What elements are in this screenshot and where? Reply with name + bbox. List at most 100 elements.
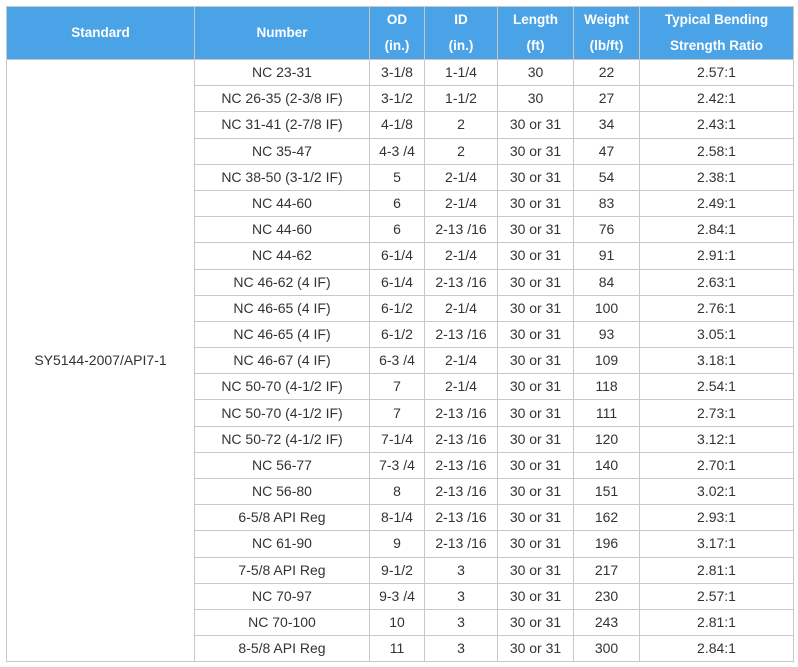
cell-bending-ratio: 2.63:1 [639, 268, 794, 296]
cell-weight: 162 [573, 504, 640, 532]
cell-number: NC 46-67 (4 IF) [194, 347, 370, 375]
cell-length: 30 or 31 [497, 608, 574, 637]
cell-number: NC 50-70 (4-1/2 IF) [194, 399, 370, 427]
cell-weight: 27 [573, 85, 640, 113]
cell-number: NC 44-60 [194, 216, 370, 244]
cell-weight: 100 [573, 294, 640, 322]
cell-id: 2-13 /16 [424, 399, 498, 427]
table-row: SY5144-2007/API7-1 NC 23-31 3-1/8 1-1/4 30 22… [6, 58, 794, 663]
header-weight-line2: (lb/ft) [589, 38, 624, 53]
cell-od: 3-1/2 [369, 85, 425, 113]
cell-number: NC 70-100 [194, 608, 370, 637]
cell-id: 2-1/4 [424, 373, 498, 401]
header-ratio-line1: Typical Bending [664, 12, 769, 27]
cell-bending-ratio: 3.02:1 [639, 477, 794, 506]
cell-od: 9-3 /4 [369, 582, 425, 610]
cell-weight: 217 [573, 556, 640, 584]
cell-weight: 93 [573, 320, 640, 349]
header-ratio-line2: Strength Ratio [670, 38, 763, 53]
cell-weight: 230 [573, 582, 640, 610]
cell-bending-ratio: 2.76:1 [639, 294, 794, 322]
cell-length: 30 or 31 [497, 504, 574, 532]
cell-number: NC 44-62 [194, 242, 370, 270]
cell-id: 3 [424, 556, 498, 584]
cell-number: NC 26-35 (2-3/8 IF) [194, 85, 370, 113]
cell-id: 2-13 /16 [424, 268, 498, 296]
cell-length: 30 or 31 [497, 451, 574, 480]
cell-id: 2-13 /16 [424, 530, 498, 558]
cell-bending-ratio: 2.93:1 [639, 504, 794, 532]
table-body: SY5144-2007/API7-1 NC 23-31 3-1/8 1-1/4 30 22… [6, 58, 794, 663]
cell-id: 2-1/4 [424, 189, 498, 218]
cell-number: NC 56-77 [194, 451, 370, 480]
header-standard: Standard [6, 6, 195, 60]
cell-number: NC 50-70 (4-1/2 IF) [194, 373, 370, 401]
cell-od: 6-3 /4 [369, 347, 425, 375]
cell-length: 30 or 31 [497, 189, 574, 218]
cell-number: NC 70-97 [194, 582, 370, 610]
cell-weight: 34 [573, 111, 640, 139]
drill-pipe-spec-table: Standard Number OD (in.) ID (in.) Length… [6, 6, 794, 663]
cell-number: NC 50-72 (4-1/2 IF) [194, 425, 370, 453]
cell-weight: 196 [573, 530, 640, 558]
cell-bending-ratio: 2.70:1 [639, 451, 794, 480]
header-od-line1: OD [386, 12, 408, 27]
cell-bending-ratio: 3.12:1 [639, 425, 794, 453]
header-number: Number [194, 6, 370, 60]
header-bending-ratio: Typical Bending Strength Ratio [639, 6, 794, 60]
cell-od: 9 [369, 530, 425, 558]
header-length-line2: (ft) [526, 38, 545, 53]
header-od: OD (in.) [369, 6, 425, 60]
cell-bending-ratio: 2.42:1 [639, 85, 794, 113]
header-length-line1: Length [513, 12, 558, 27]
cell-od: 4-3 /4 [369, 137, 425, 165]
cell-number: NC 61-90 [194, 530, 370, 558]
cell-length: 30 or 31 [497, 582, 574, 610]
cell-id: 2-13 /16 [424, 425, 498, 453]
cell-od: 7-3 /4 [369, 451, 425, 480]
cell-bending-ratio: 2.57:1 [639, 58, 794, 87]
cell-id: 3 [424, 582, 498, 610]
cell-length: 30 [497, 58, 574, 87]
cell-weight: 151 [573, 477, 640, 506]
cell-od: 7 [369, 399, 425, 427]
cell-length: 30 or 31 [497, 477, 574, 506]
cell-bending-ratio: 2.81:1 [639, 608, 794, 637]
cell-od: 7-1/4 [369, 425, 425, 453]
header-id-line2: (in.) [448, 38, 474, 53]
cell-length: 30 [497, 85, 574, 113]
cell-length: 30 or 31 [497, 635, 574, 663]
header-length: Length (ft) [497, 6, 574, 60]
cell-od: 6 [369, 189, 425, 218]
cell-length: 30 or 31 [497, 137, 574, 165]
cell-od: 4-1/8 [369, 111, 425, 139]
cell-id: 2-1/4 [424, 242, 498, 270]
cell-id: 1-1/4 [424, 58, 498, 87]
header-id-line1: ID [454, 12, 468, 27]
cell-weight: 91 [573, 242, 640, 270]
cell-number: NC 44-60 [194, 189, 370, 218]
cell-length: 30 or 31 [497, 347, 574, 375]
cell-id: 2-13 /16 [424, 451, 498, 480]
cell-number: 6-5/8 API Reg [194, 504, 370, 532]
cell-bending-ratio: 2.81:1 [639, 556, 794, 584]
cell-bending-ratio: 3.17:1 [639, 530, 794, 558]
cell-weight: 300 [573, 635, 640, 663]
cell-id: 2-13 /16 [424, 320, 498, 349]
cell-bending-ratio: 2.49:1 [639, 189, 794, 218]
cell-weight: 54 [573, 163, 640, 191]
cell-length: 30 or 31 [497, 556, 574, 584]
cell-od: 8-1/4 [369, 504, 425, 532]
cell-bending-ratio: 2.58:1 [639, 137, 794, 165]
cell-length: 30 or 31 [497, 111, 574, 139]
cell-od: 6 [369, 216, 425, 244]
cell-bending-ratio: 2.84:1 [639, 216, 794, 244]
cell-id: 2-13 /16 [424, 504, 498, 532]
cell-number: NC 38-50 (3-1/2 IF) [194, 163, 370, 191]
cell-bending-ratio: 2.91:1 [639, 242, 794, 270]
cell-length: 30 or 31 [497, 399, 574, 427]
cell-length: 30 or 31 [497, 294, 574, 322]
cell-bending-ratio: 2.38:1 [639, 163, 794, 191]
cell-number: NC 46-65 (4 IF) [194, 320, 370, 349]
cell-id: 2 [424, 137, 498, 165]
